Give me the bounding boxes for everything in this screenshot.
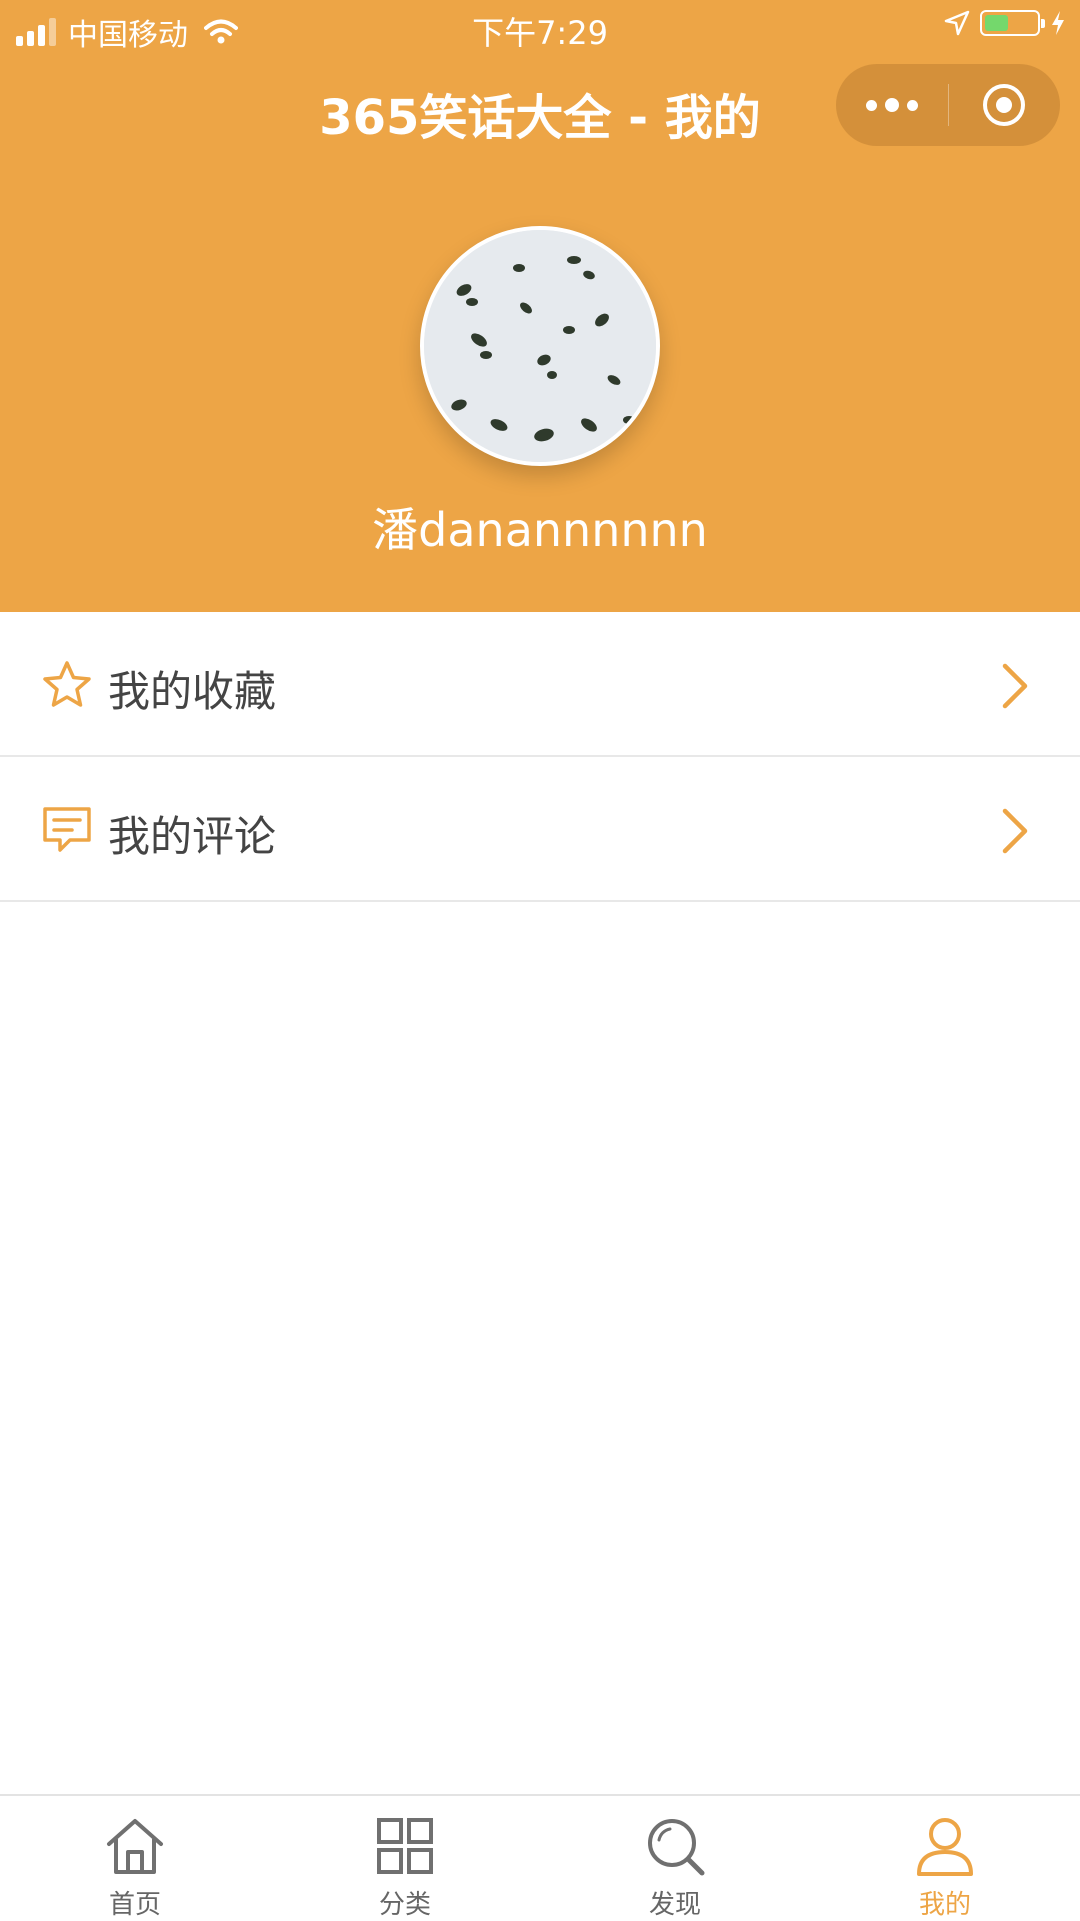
close-miniprogram-button[interactable]: [948, 64, 1060, 146]
grid-icon: [377, 1818, 433, 1874]
battery-icon: [980, 10, 1045, 36]
chevron-right-icon: [1002, 808, 1028, 854]
miniprogram-capsule: [836, 64, 1060, 146]
search-icon: [648, 1819, 705, 1876]
tab-label: 发现: [648, 1890, 701, 1920]
menu-item-label: 我的评论: [108, 812, 277, 861]
charging-bolt-icon: [1052, 11, 1064, 35]
comment-icon: [43, 807, 91, 852]
tab-label: 我的: [918, 1890, 971, 1920]
profile-header: 中国移动 下午7:29 365笑话大全 - 我的 潘danannnnnn: [0, 0, 1080, 612]
status-time: 下午7:29: [472, 14, 608, 52]
tab-label: 分类: [378, 1890, 431, 1920]
avatar-image: [424, 230, 656, 462]
profile-menu: 我的收藏 我的评论: [0, 612, 1080, 902]
tab-bar: 首页 分类 发现 我的: [0, 1794, 1080, 1920]
username: 潘danannnnnn: [372, 503, 708, 557]
tab-mine[interactable]: 我的: [810, 1796, 1080, 1920]
home-icon: [107, 1819, 163, 1874]
tab-home[interactable]: 首页: [0, 1796, 270, 1920]
navigation-bar: 365笑话大全 - 我的: [0, 60, 1080, 156]
menu-item-favorites[interactable]: 我的收藏: [0, 612, 1080, 757]
star-icon: [43, 661, 91, 707]
status-bar: 中国移动 下午7:29: [0, 0, 1080, 54]
target-close-icon: [983, 84, 1025, 126]
more-menu-button[interactable]: [836, 64, 948, 146]
user-icon: [917, 1818, 973, 1876]
menu-item-label: 我的收藏: [108, 667, 277, 716]
tab-label: 首页: [108, 1890, 161, 1920]
avatar[interactable]: [420, 226, 660, 466]
chevron-right-icon: [1002, 663, 1028, 709]
tab-discover[interactable]: 发现: [540, 1796, 810, 1920]
tab-category[interactable]: 分类: [270, 1796, 540, 1920]
menu-item-comments[interactable]: 我的评论: [0, 757, 1080, 902]
location-arrow-icon: [944, 10, 970, 36]
